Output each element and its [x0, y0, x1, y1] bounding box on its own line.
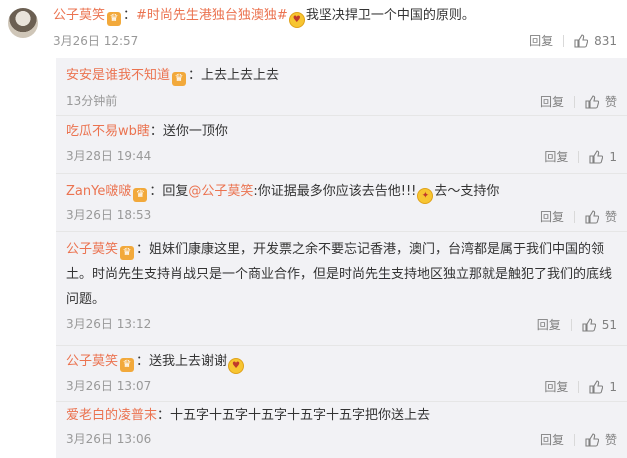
vip-badge-icon: ♛ [133, 188, 148, 202]
list-item: 公子莫笑 ♛ ：姐妹们康康这里，开发票之余不要忘记香港，澳门，台湾都是属于我们中国的… [56, 232, 627, 346]
topic-link[interactable]: #时尚先生港独台独澳独# [136, 8, 288, 23]
vip-badge-icon: ♛ [120, 246, 135, 260]
comment-actions: 回复 831 [529, 32, 617, 49]
divider [578, 380, 580, 393]
vip-badge-icon: ♛ [120, 358, 135, 372]
reply-actions: 回复 1 [544, 148, 617, 165]
reply-actions: 回复 赞 [540, 93, 617, 110]
reply-time: 3月26日 13:07 [66, 379, 152, 393]
colon: ： [123, 8, 137, 23]
avatar[interactable] [8, 8, 38, 38]
divider [578, 150, 580, 163]
reply-username[interactable]: ZanYe啵啵 [66, 184, 131, 199]
reply-actions: 回复 1 [544, 378, 617, 395]
reply-text: ：上去上去上去 [188, 68, 280, 83]
reply-text: ：送我上去谢谢 [136, 354, 228, 369]
reply-body: 吃瓜不易wb瞎：送你一顶你 [66, 123, 228, 141]
reply-button[interactable]: 回复 [544, 378, 578, 395]
reply-body: 公子莫笑 ♛ ：姐妹们康康这里，开发票之余不要忘记香港，澳门，台湾都是属于我们中国的… [66, 237, 616, 312]
reply-text: ：送你一顶你 [149, 124, 228, 139]
reply-text: ：姐妹们康康这里，开发票之余不要忘记香港，澳门，台湾都是属于我们中国的领土。时尚… [66, 242, 613, 307]
reply-time: 3月28日 19:44 [66, 149, 152, 163]
comment-text: 我坚决捍卫一个中国的原则。 [305, 8, 475, 23]
thumbs-up-icon[interactable] [589, 379, 604, 394]
divider [573, 210, 575, 223]
reply-list: 安安是谁我不知道 ♛ ：上去上去上去 13分钟前 回复 赞 吃瓜不易wb瞎：送你一顶… [56, 58, 627, 458]
like-count: 831 [594, 33, 617, 48]
list-item: ZanYe啵啵 ♛ ：回复@公子莫笑:你证据最多你应该去告他!!! ✦ 去～支持你 3月… [56, 174, 627, 232]
reply-button[interactable]: 回复 [537, 316, 571, 333]
mention-link[interactable]: @公子莫笑 [188, 184, 253, 199]
reply-username[interactable]: 爱老白的凌普末 [66, 408, 157, 423]
reply-button[interactable]: 回复 [540, 431, 574, 448]
list-item: 公子莫笑 ♛ ：送我上去谢谢 ♥ 3月26日 13:07 回复 1 [56, 346, 627, 402]
list-item: 安安是谁我不知道 ♛ ：上去上去上去 13分钟前 回复 赞 [56, 58, 627, 116]
thumbs-up-icon[interactable] [582, 317, 596, 332]
like-count: 赞 [604, 210, 617, 224]
thumbs-up-icon[interactable] [585, 432, 599, 447]
thumbs-up-icon[interactable] [585, 209, 599, 224]
list-item: 吃瓜不易wb瞎：送你一顶你 3月28日 19:44 回复 1 [56, 116, 627, 174]
reply-button[interactable]: 回复 [540, 93, 574, 110]
reply-body: 爱老白的凌普末：十五字十五字十五字十五字十五字把你送上去 [66, 407, 430, 425]
divider [573, 433, 575, 446]
comment-body: 公子莫笑 ♛ ：#时尚先生港独台独澳独# ♥ 我坚决捍卫一个中国的原则。 [53, 7, 475, 28]
comment-time: 3月26日 12:57 [53, 34, 139, 48]
divider [570, 318, 572, 331]
reply-username[interactable]: 公子莫笑 [66, 242, 118, 257]
reply-body: 公子莫笑 ♛ ：送我上去谢谢 ♥ [66, 353, 245, 374]
reply-body: ZanYe啵啵 ♛ ：回复@公子莫笑:你证据最多你应该去告他!!! ✦ 去～支持你 [66, 183, 499, 204]
main-comment: 公子莫笑 ♛ ：#时尚先生港独台独澳独# ♥ 我坚决捍卫一个中国的原则。 3月26日 1… [0, 0, 627, 58]
list-item: 爱老白的凌普末：十五字十五字十五字十五字十五字把你送上去 3月26日 13:06… [56, 402, 627, 458]
reply-username[interactable]: 公子莫笑 [66, 354, 118, 369]
reply-actions: 回复 51 [537, 316, 617, 333]
reply-text: :你证据最多你应该去告他!!! [253, 184, 417, 199]
thumbs-up-icon[interactable] [589, 149, 604, 164]
like-count: 1 [609, 149, 617, 164]
reply-username[interactable]: 安安是谁我不知道 [66, 68, 170, 83]
reply-time: 3月26日 13:12 [66, 317, 152, 331]
reply-button[interactable]: 回复 [540, 208, 574, 225]
emoji-icon: ♥ [288, 12, 305, 28]
reply-text: ：十五字十五字十五字十五字十五字把你送上去 [157, 408, 431, 423]
reply-button[interactable]: 回复 [544, 148, 578, 165]
reply-actions: 回复 赞 [540, 431, 617, 448]
reply-time: 3月26日 13:06 [66, 432, 152, 446]
emoji-icon: ♥ [228, 358, 245, 374]
reply-text-2: 去～支持你 [434, 184, 500, 199]
emoji-icon: ✦ [417, 188, 434, 204]
reply-actions: 回复 赞 [540, 208, 617, 225]
reply-time: 3月26日 18:53 [66, 208, 152, 222]
comment-username[interactable]: 公子莫笑 [53, 8, 105, 23]
like-count: 赞 [604, 95, 617, 109]
thumbs-up-icon[interactable] [585, 94, 599, 109]
like-count: 51 [601, 317, 617, 332]
like-count: 赞 [604, 433, 617, 447]
divider [573, 95, 575, 108]
divider [563, 34, 565, 47]
reply-username[interactable]: 吃瓜不易wb瞎 [66, 124, 150, 139]
thumbs-up-icon[interactable] [574, 33, 589, 48]
reply-button[interactable]: 回复 [529, 32, 563, 49]
vip-badge-icon: ♛ [172, 72, 187, 86]
reply-time: 13分钟前 [66, 94, 118, 108]
like-count: 1 [609, 379, 617, 394]
reply-prefix: ：回复 [149, 184, 189, 199]
reply-body: 安安是谁我不知道 ♛ ：上去上去上去 [66, 67, 279, 86]
vip-badge-icon: ♛ [107, 12, 122, 26]
